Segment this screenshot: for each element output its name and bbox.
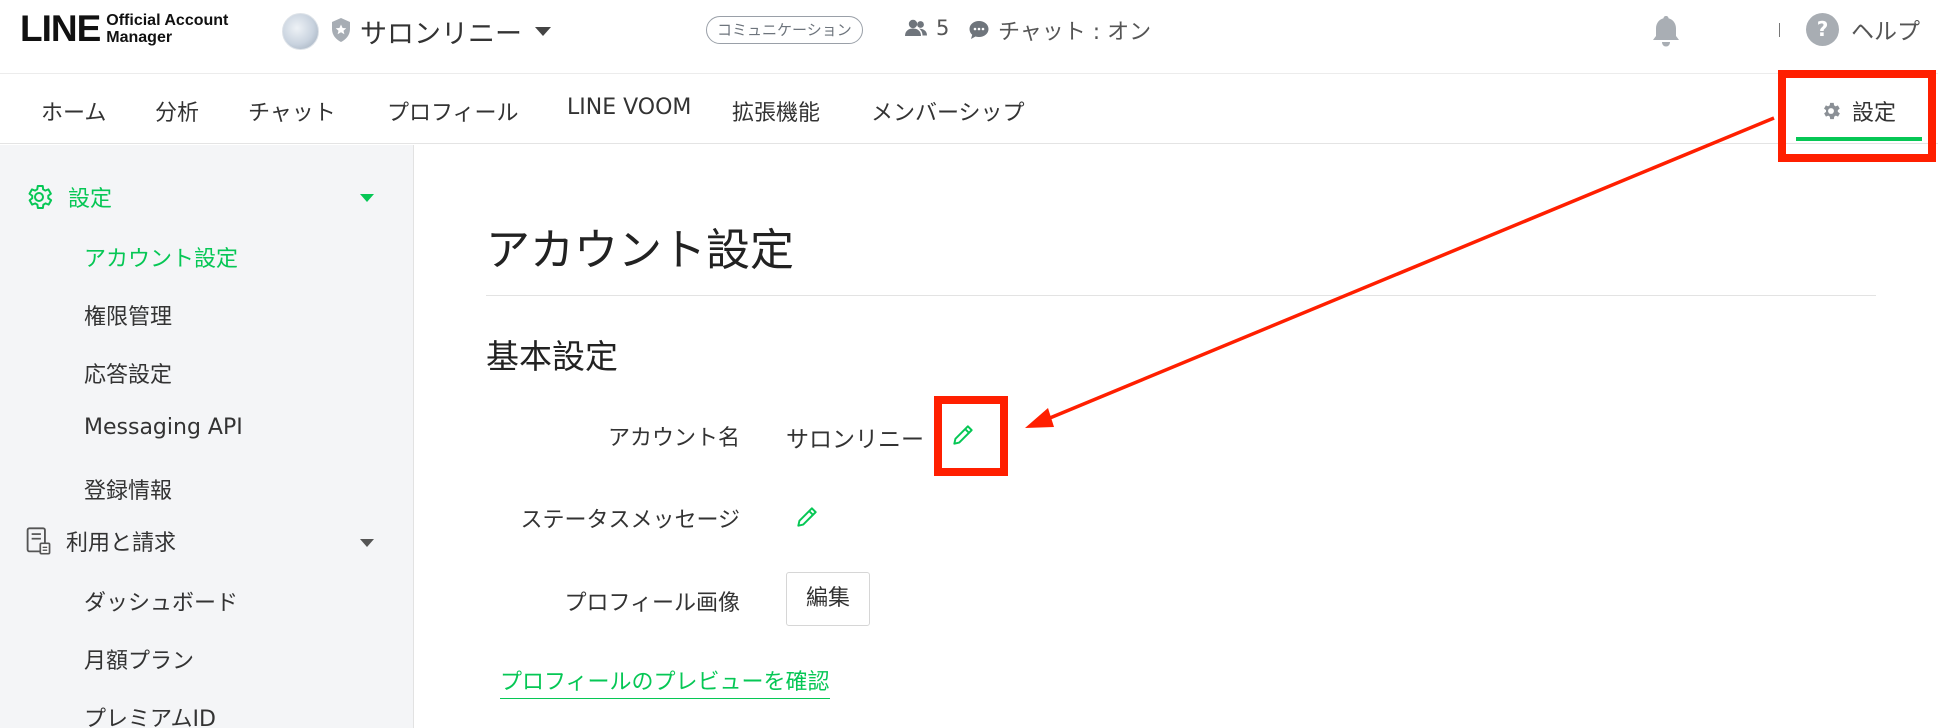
annotation-arrow — [1025, 116, 1775, 428]
